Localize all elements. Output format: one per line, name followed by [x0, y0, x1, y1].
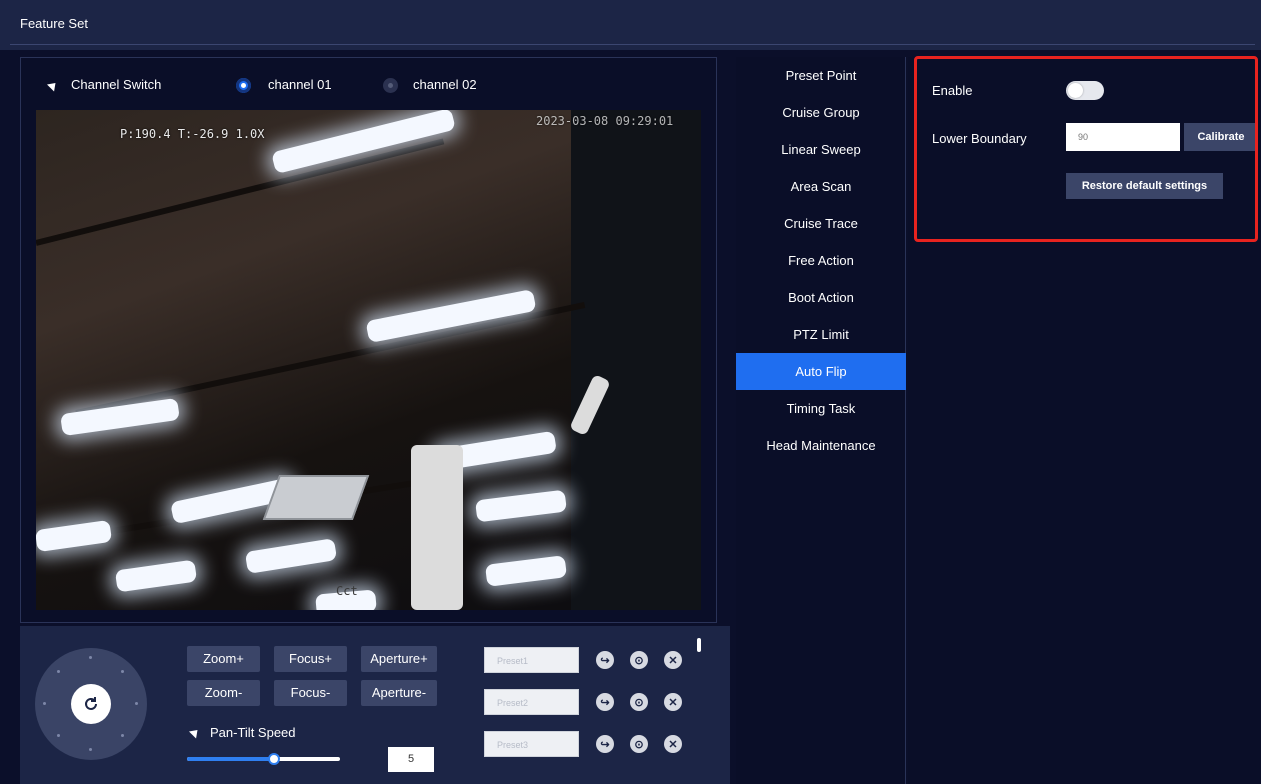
aperture-plus-button[interactable]: Aperture+ — [361, 646, 437, 672]
focus-plus-button[interactable]: Focus+ — [274, 646, 347, 672]
header-bar: Feature Set — [0, 0, 1261, 50]
highlight-box — [914, 56, 1258, 242]
channel-01-label[interactable]: channel 01 — [268, 77, 332, 92]
channel-02-label[interactable]: channel 02 — [413, 77, 477, 92]
menu-item-auto-flip[interactable]: Auto Flip — [736, 353, 906, 390]
ptz-control-panel: Zoom+ Focus+ Aperture+ Zoom- Focus- Aper… — [20, 626, 730, 784]
camera-video-feed[interactable]: P:190.4 T:-26.9 1.0X 2023-03-08 09:29:01… — [36, 110, 701, 610]
ceiling-ac-unit — [262, 475, 370, 520]
delete-preset-icon[interactable]: ✕ — [664, 735, 682, 753]
refresh-icon — [85, 697, 97, 710]
video-panel: Channel Switch channel 01 channel 02 P:1… — [20, 57, 717, 623]
goto-preset-icon[interactable]: ↪ — [596, 735, 614, 753]
slider-fill — [187, 757, 275, 761]
menu-item-area-scan[interactable]: Area Scan — [736, 168, 906, 205]
set-preset-icon[interactable]: ⊙ — [630, 693, 648, 711]
focus-minus-button[interactable]: Focus- — [274, 680, 347, 706]
menu-item-preset-point[interactable]: Preset Point — [736, 57, 906, 94]
menu-item-boot-action[interactable]: Boot Action — [736, 279, 906, 316]
menu-item-cruise-trace[interactable]: Cruise Trace — [736, 205, 906, 242]
menu-item-timing-task[interactable]: Timing Task — [736, 390, 906, 427]
channel-01-radio[interactable] — [236, 78, 251, 93]
ptz-readout: P:190.4 T:-26.9 1.0X — [120, 127, 265, 141]
zoom-plus-button[interactable]: Zoom+ — [187, 646, 260, 672]
pan-tilt-speed-label: Pan-Tilt Speed — [210, 725, 296, 740]
speed-collapse-triangle-icon[interactable] — [188, 726, 202, 739]
header-divider — [10, 44, 1255, 45]
channel-switch-label: Channel Switch — [71, 77, 162, 92]
menu-item-head-maintenance[interactable]: Head Maintenance — [736, 427, 906, 464]
robot-arm — [411, 445, 463, 610]
delete-preset-icon[interactable]: ✕ — [664, 651, 682, 669]
video-timestamp: 2023-03-08 09:29:01 — [536, 114, 674, 128]
aperture-minus-button[interactable]: Aperture- — [361, 680, 437, 706]
video-watermark: Cct — [336, 584, 358, 598]
menu-item-linear-sweep[interactable]: Linear Sweep — [736, 131, 906, 168]
menu-item-ptz-limit[interactable]: PTZ Limit — [736, 316, 906, 353]
channel-02-radio[interactable] — [383, 78, 398, 93]
ptz-joystick[interactable] — [35, 648, 147, 760]
page-title: Feature Set — [20, 16, 88, 31]
video-dark-wall — [571, 110, 701, 610]
goto-preset-icon[interactable]: ↪ — [596, 693, 614, 711]
channel-switch-bar: Channel Switch channel 01 channel 02 — [21, 58, 718, 110]
preset3-input[interactable]: Preset3 — [484, 731, 579, 757]
delete-preset-icon[interactable]: ✕ — [664, 693, 682, 711]
speed-value-input[interactable]: 5 — [388, 747, 434, 772]
goto-preset-icon[interactable]: ↪ — [596, 651, 614, 669]
preset1-input[interactable]: Preset1 — [484, 647, 579, 673]
zoom-minus-button[interactable]: Zoom- — [187, 680, 260, 706]
pan-tilt-speed-slider[interactable] — [187, 753, 340, 765]
preset2-input[interactable]: Preset2 — [484, 689, 579, 715]
slider-thumb[interactable] — [268, 753, 281, 765]
joystick-reset-button[interactable] — [71, 684, 111, 724]
preset-scrollbar[interactable] — [697, 638, 701, 652]
set-preset-icon[interactable]: ⊙ — [630, 651, 648, 669]
menu-item-free-action[interactable]: Free Action — [736, 242, 906, 279]
feature-menu: Preset Point Cruise Group Linear Sweep A… — [736, 57, 906, 784]
collapse-triangle-icon[interactable] — [46, 79, 60, 92]
set-preset-icon[interactable]: ⊙ — [630, 735, 648, 753]
menu-item-cruise-group[interactable]: Cruise Group — [736, 94, 906, 131]
